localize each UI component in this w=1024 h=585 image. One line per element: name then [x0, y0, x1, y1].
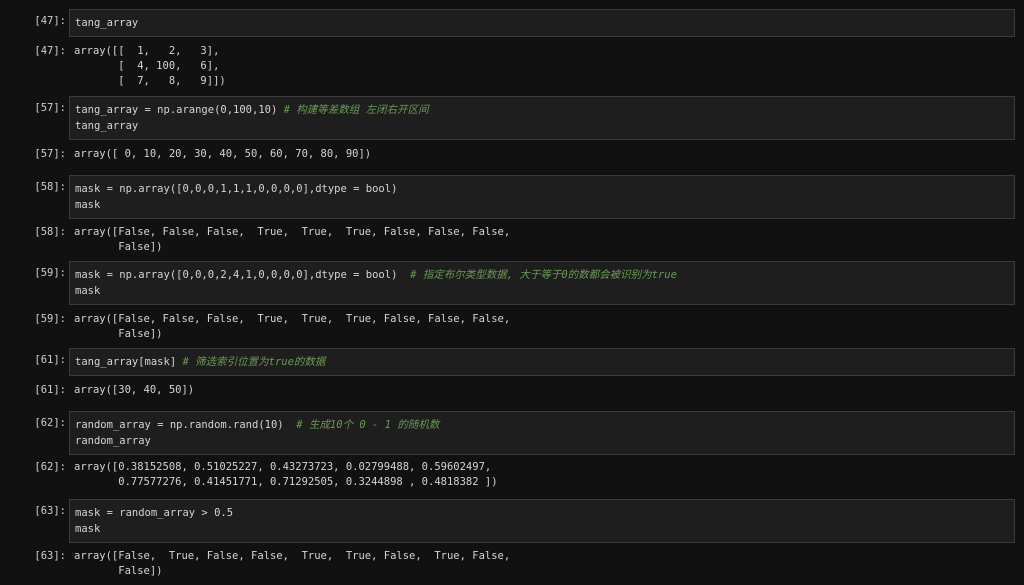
- output-prompt: [57]:: [34, 148, 66, 160]
- input-prompt: [59]:: [34, 267, 66, 279]
- code-line: mask = random_array > 0.5: [75, 507, 234, 519]
- code-line: mask: [75, 523, 101, 535]
- code-cell[interactable]: random_array = np.random.rand(10) # 生成10…: [69, 411, 1015, 455]
- output-prompt: [47]:: [34, 45, 66, 57]
- input-prompt: [62]:: [34, 417, 66, 429]
- code-line: mask: [75, 285, 101, 297]
- input-prompt: [57]:: [34, 102, 66, 114]
- output-text: array([0.38152508, 0.51025227, 0.4327372…: [74, 461, 498, 488]
- output-prompt: [63]:: [34, 550, 66, 562]
- code-line: random_array: [75, 435, 151, 447]
- code-comment: # 生成10个 0 - 1 的随机数: [296, 419, 440, 431]
- code-line: tang_array: [75, 17, 139, 29]
- output-prompt: [62]:: [34, 461, 66, 473]
- output-text: array([False, False, False, True, True, …: [74, 313, 511, 340]
- output-text: array([False, False, False, True, True, …: [74, 226, 511, 253]
- code-cell[interactable]: mask = np.array([0,0,0,1,1,1,0,0,0,0],dt…: [69, 175, 1015, 219]
- input-prompt: [63]:: [34, 505, 66, 517]
- output-text: array([ 0, 10, 20, 30, 40, 50, 60, 70, 8…: [74, 148, 372, 160]
- output-prompt: [61]:: [34, 384, 66, 396]
- code-line: random_array = np.random.rand(10): [75, 419, 284, 431]
- input-prompt: [58]:: [34, 181, 66, 193]
- code-line: tang_array: [75, 120, 139, 132]
- code-cell[interactable]: tang_array[mask] # 筛选索引位置为true的数据: [69, 348, 1015, 376]
- code-line: mask = np.array([0,0,0,1,1,1,0,0,0,0],dt…: [75, 183, 398, 195]
- code-comment: # 指定布尔类型数据, 大于等于0的数都会被识别为true: [410, 269, 677, 281]
- output-prompt: [58]:: [34, 226, 66, 238]
- code-line: mask: [75, 199, 101, 211]
- code-line: mask = np.array([0,0,0,2,4,1,0,0,0,0],dt…: [75, 269, 398, 281]
- code-cell[interactable]: mask = np.array([0,0,0,2,4,1,0,0,0,0],dt…: [69, 261, 1015, 305]
- output-text: array([False, True, False, False, True, …: [74, 550, 511, 577]
- output-text: array([30, 40, 50]): [74, 384, 195, 396]
- code-comment: # 筛选索引位置为true的数据: [182, 356, 326, 368]
- output-prompt: [59]:: [34, 313, 66, 325]
- code-comment: # 构建等差数组 左闭右开区间: [283, 104, 429, 116]
- input-prompt: [47]:: [34, 15, 66, 27]
- code-cell[interactable]: tang_array = np.arange(0,100,10) # 构建等差数…: [69, 96, 1015, 140]
- output-text: array([[ 1, 2, 3], [ 4, 100, 6], [ 7, 8,…: [74, 45, 226, 87]
- code-cell[interactable]: mask = random_array > 0.5 mask: [69, 499, 1015, 543]
- code-line: tang_array[mask]: [75, 356, 177, 368]
- code-cell[interactable]: tang_array: [69, 9, 1015, 37]
- code-line: tang_array = np.arange(0,100,10): [75, 104, 278, 116]
- input-prompt: [61]:: [34, 354, 66, 366]
